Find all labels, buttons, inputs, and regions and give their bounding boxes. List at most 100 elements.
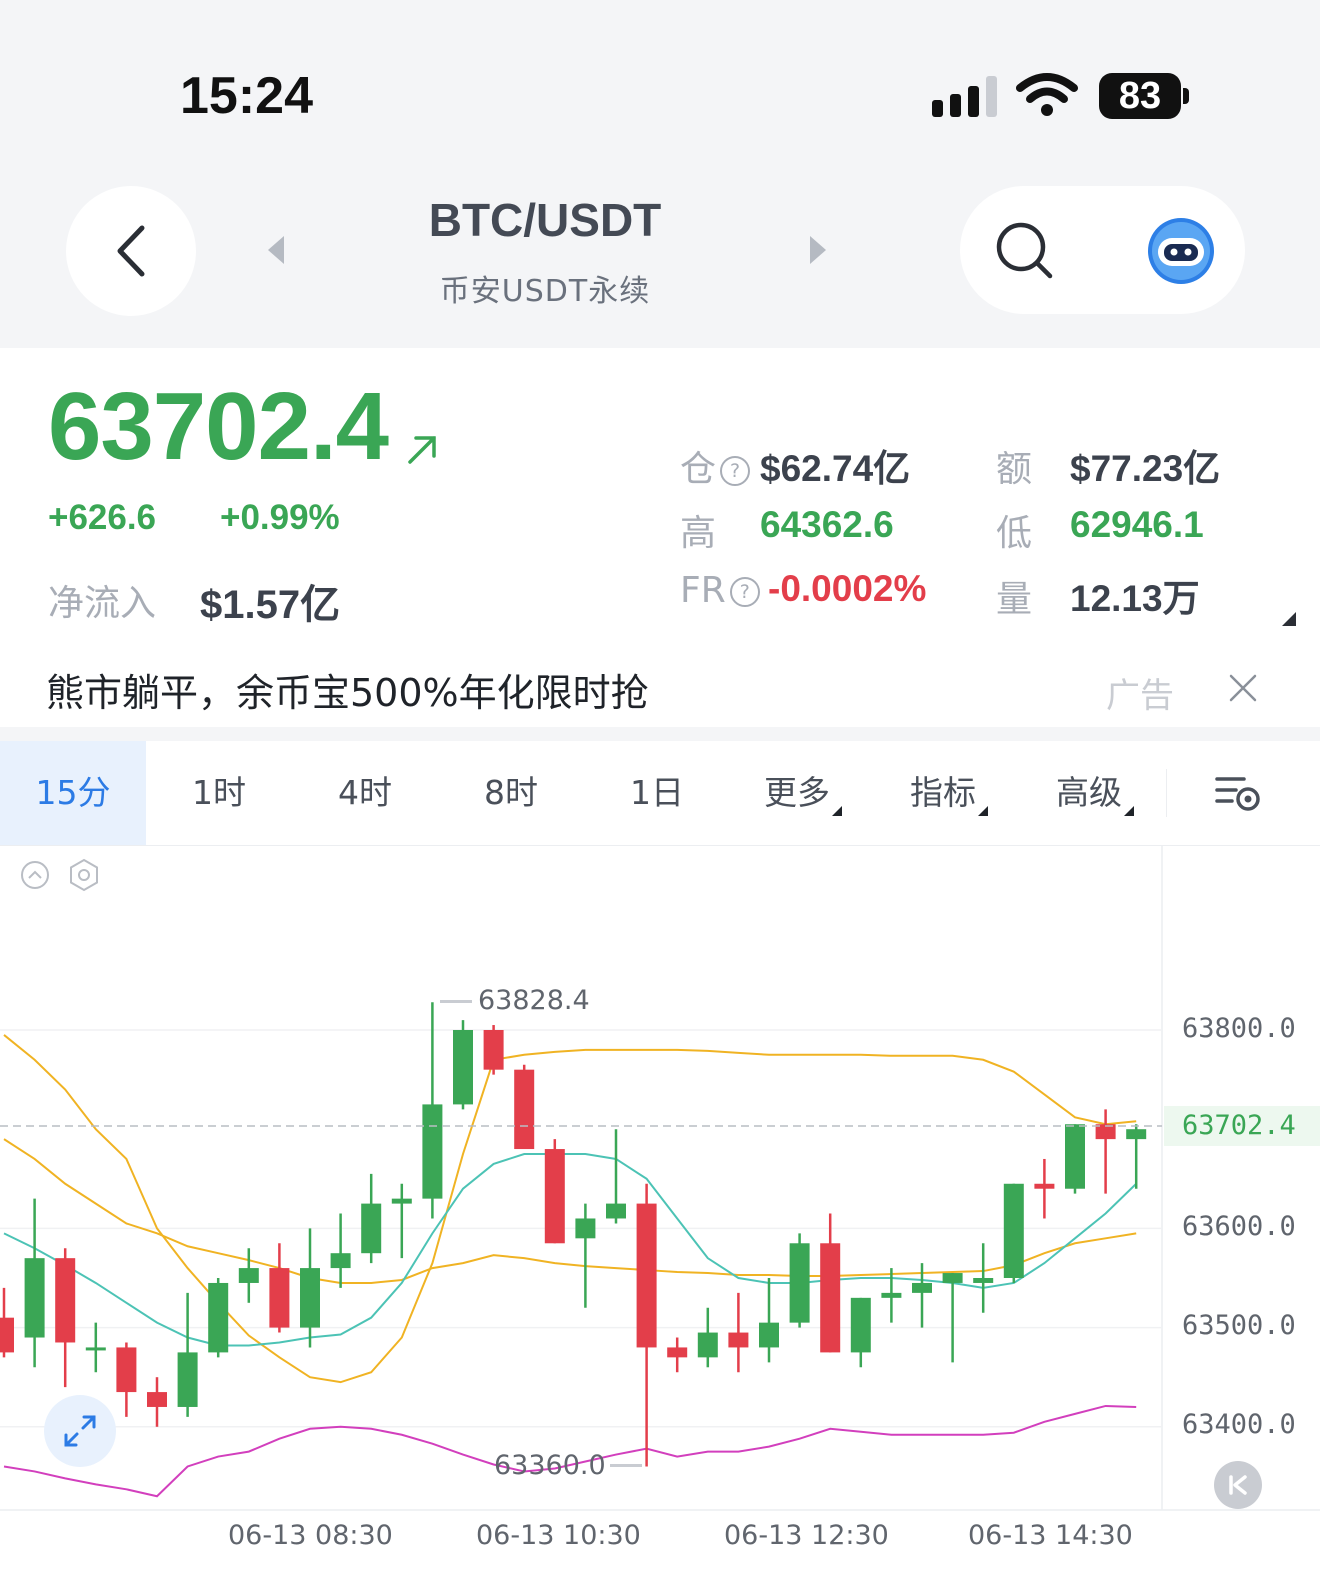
kline-chart[interactable]	[0, 845, 1320, 1577]
candle-body	[575, 1218, 596, 1239]
candle-body	[269, 1268, 290, 1328]
candle-body	[942, 1273, 963, 1283]
help-icon: ?	[720, 456, 751, 486]
price-change-pct: +0.99%	[220, 498, 340, 537]
candle	[238, 1248, 259, 1303]
candle	[1003, 1183, 1024, 1283]
candle-body	[789, 1243, 810, 1323]
candle	[728, 1292, 749, 1373]
candle	[453, 1020, 473, 1110]
candle	[269, 1243, 290, 1333]
candle-body	[300, 1268, 320, 1328]
candle	[330, 1213, 351, 1288]
indicator-line-1	[3, 1138, 1137, 1284]
candle-body	[697, 1332, 718, 1358]
candle	[391, 1183, 412, 1259]
tab-1d[interactable]: 1日	[584, 741, 730, 845]
volume-value: 12.13万	[1070, 578, 1200, 619]
help-icon: ?	[729, 577, 760, 607]
net-inflow-value: $1.57亿	[200, 583, 341, 627]
tab-4h[interactable]: 4时	[292, 741, 438, 845]
prev-symbol-arrow-icon[interactable]	[264, 234, 288, 266]
wifi-icon	[1016, 73, 1078, 116]
collapse-indicator-icon[interactable]	[20, 860, 50, 890]
candle	[177, 1292, 198, 1417]
interval-tab-bar: 15分 1时 4时 8时 1日 更多 指标 高级	[0, 741, 1320, 846]
tab-divider	[1166, 769, 1167, 817]
y-tick-label: 63500.0	[1182, 1310, 1296, 1341]
candle-body	[1065, 1124, 1085, 1189]
dropdown-caret-icon	[1124, 806, 1134, 816]
price-change: +626.6	[48, 498, 157, 537]
chart-settings-icon[interactable]	[1214, 773, 1262, 813]
candle-body	[85, 1347, 106, 1351]
candle-body	[514, 1069, 535, 1150]
symbol-subtitle: 币安USDT永续	[439, 274, 651, 309]
funding-rate-label: FR?	[680, 570, 760, 611]
candle	[147, 1377, 167, 1427]
expand-corner-icon[interactable]	[1280, 610, 1298, 628]
amount-label: 额	[996, 449, 1033, 490]
back-button[interactable]	[66, 186, 196, 316]
candle	[667, 1337, 688, 1373]
candle-body	[1003, 1183, 1024, 1278]
candle-body	[912, 1282, 932, 1293]
candle	[422, 1002, 443, 1219]
candle	[697, 1307, 718, 1368]
candle	[116, 1342, 137, 1417]
y-tick-label: 63600.0	[1182, 1211, 1296, 1242]
next-symbol-arrow-icon[interactable]	[806, 234, 830, 266]
indicator-settings-icon[interactable]	[68, 858, 100, 892]
candle-body	[881, 1292, 902, 1298]
candle-body	[606, 1203, 626, 1219]
candle-body	[361, 1203, 382, 1254]
tab-more[interactable]: 更多	[730, 741, 876, 845]
dropdown-caret-icon	[832, 806, 842, 816]
high-label: 高	[680, 513, 717, 554]
ad-banner-text[interactable]: 熊市躺平，余币宝500%年化限时抢	[46, 662, 649, 717]
candle	[820, 1213, 841, 1353]
tab-advanced[interactable]: 高级	[1022, 741, 1168, 845]
amount-value: $77.23亿	[1070, 448, 1221, 489]
candle-body	[24, 1258, 45, 1338]
candle-body	[544, 1149, 565, 1244]
y-tick-label: 63400.0	[1182, 1409, 1296, 1440]
candle	[483, 1025, 504, 1075]
last-price: 63702.4	[48, 373, 389, 480]
candle-body	[820, 1243, 841, 1353]
candle-body	[55, 1258, 76, 1343]
close-icon[interactable]	[1228, 673, 1258, 703]
candle-body	[208, 1282, 229, 1353]
volume-label: 量	[996, 579, 1033, 620]
high-marker-label: 63828.4	[478, 985, 590, 1016]
fullscreen-button[interactable]	[44, 1395, 116, 1467]
candle-body	[483, 1030, 504, 1070]
scroll-to-latest-button[interactable]	[1214, 1461, 1262, 1509]
tab-indicators[interactable]: 指标	[876, 741, 1022, 845]
search-icon[interactable]	[994, 220, 1056, 282]
candle-body	[147, 1392, 167, 1407]
candle-body	[759, 1322, 779, 1348]
candle	[1126, 1124, 1147, 1189]
candle	[24, 1198, 45, 1368]
back-arrow-icon	[117, 225, 145, 277]
x-tick-label: 06-13 10:30	[476, 1520, 641, 1551]
x-tick-label: 06-13 14:30	[968, 1520, 1133, 1551]
candle	[1065, 1124, 1085, 1194]
tab-15m[interactable]: 15分	[0, 741, 146, 845]
tab-1h[interactable]: 1时	[146, 741, 292, 845]
candle-body	[667, 1347, 688, 1358]
candle	[55, 1248, 76, 1388]
candle-body	[391, 1198, 412, 1204]
robot-assistant-icon[interactable]	[1146, 216, 1216, 286]
candle	[514, 1064, 535, 1150]
tab-8h[interactable]: 8时	[438, 741, 584, 845]
candle	[636, 1183, 657, 1467]
candle-body	[116, 1347, 137, 1393]
skip-to-start-icon	[1229, 1475, 1247, 1495]
symbol-title[interactable]: BTC/USDT	[300, 193, 790, 247]
candle	[300, 1228, 320, 1348]
expand-arrows-icon	[64, 1415, 96, 1447]
current-price-label: 63702.4	[1182, 1110, 1296, 1141]
ad-tag: 广告	[1106, 676, 1174, 716]
